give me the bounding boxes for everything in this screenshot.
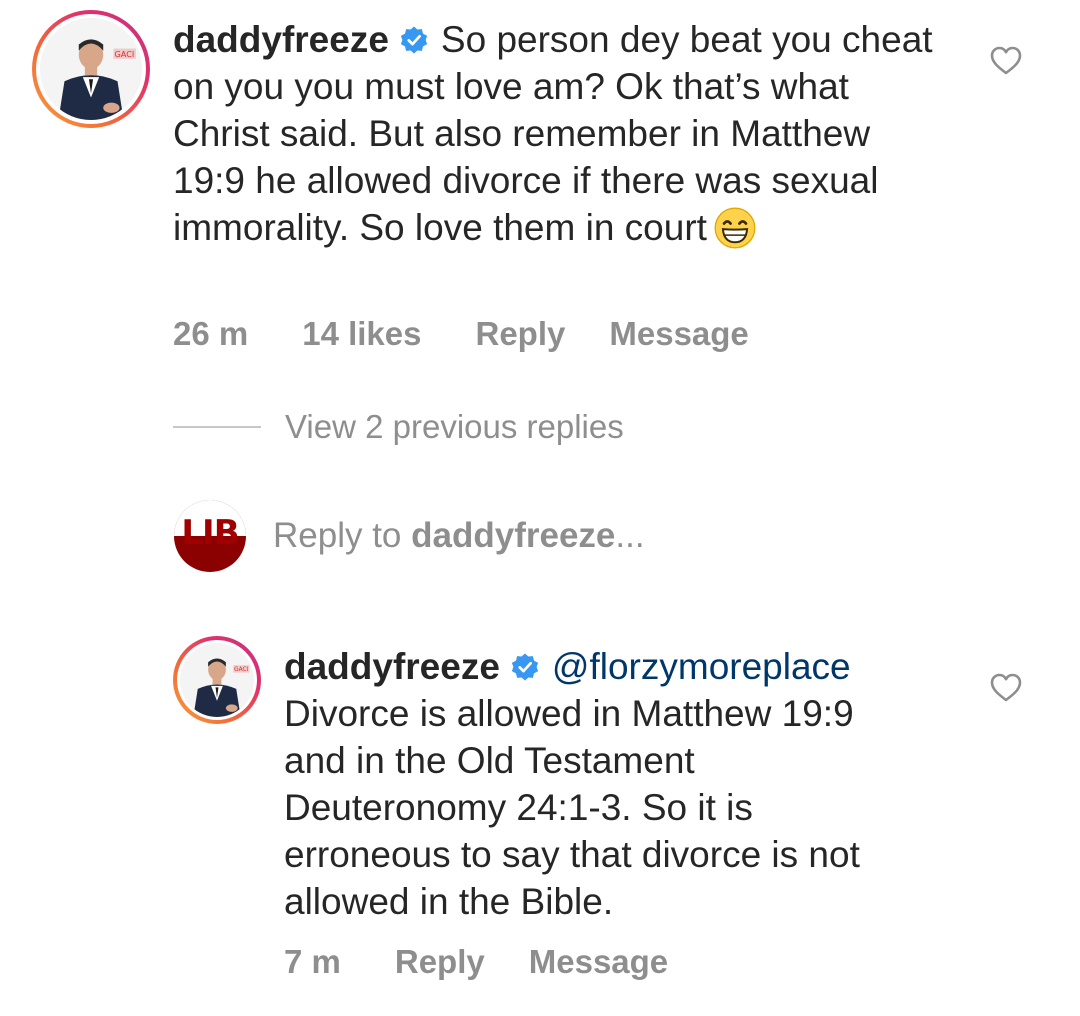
reply-time: 7 m bbox=[284, 943, 341, 980]
comment-body: daddyfreeze So person dey beat you cheat … bbox=[173, 16, 933, 251]
avatar-logo-text: LIB bbox=[181, 513, 239, 553]
reply-input[interactable]: Reply to daddyfreeze... bbox=[273, 516, 645, 556]
commenter-avatar[interactable]: GACI bbox=[32, 10, 150, 128]
view-replies-label: View 2 previous replies bbox=[285, 408, 624, 445]
reply-text: Divorce is allowed in Matthew 19:9 and i… bbox=[284, 693, 860, 922]
comment-username[interactable]: daddyfreeze bbox=[173, 19, 389, 60]
comment-message-button[interactable]: Message bbox=[609, 315, 748, 353]
reply-reply-button[interactable]: Reply bbox=[395, 943, 485, 981]
comment-meta: 26 m 14 likes Reply Message bbox=[173, 315, 749, 353]
comment-reply-button[interactable]: Reply bbox=[476, 315, 566, 353]
reply-meta: 7 m Reply Message bbox=[284, 943, 668, 981]
replies-divider-line bbox=[173, 426, 261, 428]
like-heart-icon[interactable] bbox=[990, 46, 1022, 76]
grinning-face-emoji bbox=[714, 207, 756, 249]
verified-badge-icon bbox=[400, 26, 428, 54]
reply-message-button[interactable]: Message bbox=[529, 943, 668, 981]
current-user-avatar: LIB bbox=[174, 500, 246, 572]
reply-body: daddyfreeze @florzymoreplace Divorce is a… bbox=[284, 643, 924, 925]
reply-input-prefix: Reply to bbox=[273, 516, 402, 555]
comment-time: 26 m bbox=[173, 315, 249, 352]
svg-text:GACI: GACI bbox=[234, 667, 249, 673]
reply-mention-link[interactable]: @florzymoreplace bbox=[552, 646, 851, 687]
reply-input-suffix: ... bbox=[615, 516, 645, 555]
reply-avatar[interactable]: GACI bbox=[173, 636, 261, 724]
reply-username[interactable]: daddyfreeze bbox=[284, 646, 500, 687]
profile-photo: GACI bbox=[180, 643, 254, 717]
comment-likes-link[interactable]: 14 likes bbox=[302, 315, 421, 353]
svg-text:GACI: GACI bbox=[114, 49, 134, 59]
like-heart-icon[interactable] bbox=[990, 673, 1022, 703]
reply-input-target: daddyfreeze bbox=[411, 516, 616, 555]
comments-thread: GACI daddyfreeze So person dey beat you c… bbox=[0, 0, 1080, 1016]
verified-badge-icon bbox=[511, 653, 539, 681]
view-previous-replies[interactable]: View 2 previous replies bbox=[173, 408, 624, 446]
profile-photo: GACI bbox=[40, 18, 142, 120]
